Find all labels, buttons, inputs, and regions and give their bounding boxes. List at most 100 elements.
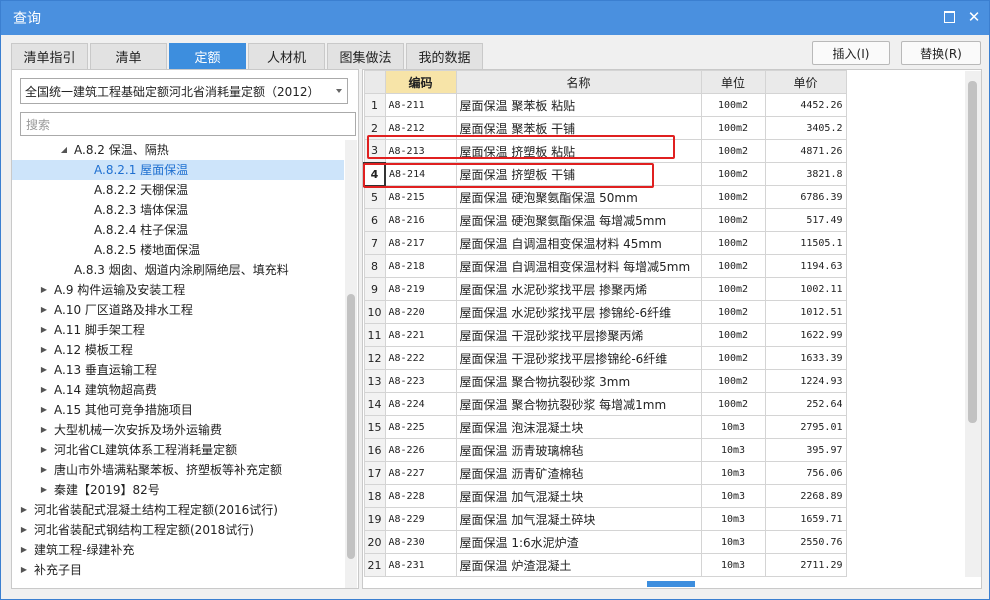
quota-price-cell[interactable]: 1012.51 <box>764 300 847 324</box>
table-row[interactable]: 1 A8-211 屋面保温 聚苯板 粘贴 100m2 4452.26 <box>363 93 847 117</box>
column-header-code[interactable]: 编码 <box>384 70 457 94</box>
table-row[interactable]: 17 A8-227 屋面保温 沥青矿渣棉毡 10m3 756.06 <box>363 461 847 485</box>
quota-price-cell[interactable]: 4871.26 <box>764 139 847 163</box>
quota-code-cell[interactable]: A8-218 <box>384 254 457 278</box>
quota-unit-cell[interactable]: 10m3 <box>700 484 766 508</box>
row-number-cell[interactable]: 20 <box>363 530 386 554</box>
quota-name-cell[interactable]: 屋面保温 自调温相变保温材料 每增减5mm <box>455 254 702 278</box>
table-row[interactable]: 16 A8-226 屋面保温 沥青玻璃棉毡 10m3 395.97 <box>363 438 847 462</box>
row-number-cell[interactable]: 5 <box>363 185 386 209</box>
quota-name-cell[interactable]: 屋面保温 聚合物抗裂砂浆 每增减1mm <box>455 392 702 416</box>
caret-right-icon[interactable]: ▶ <box>40 320 48 340</box>
quota-code-cell[interactable]: A8-211 <box>384 93 457 117</box>
quota-code-cell[interactable]: A8-221 <box>384 323 457 347</box>
row-number-cell[interactable]: 18 <box>363 484 386 508</box>
quota-code-cell[interactable]: A8-224 <box>384 392 457 416</box>
table-row[interactable]: 8 A8-218 屋面保温 自调温相变保温材料 每增减5mm 100m2 1194.63 <box>363 254 847 278</box>
tree-scrollbar[interactable] <box>345 140 357 588</box>
close-icon[interactable]: ✕ <box>967 10 981 25</box>
quota-code-cell[interactable]: A8-216 <box>384 208 457 232</box>
tree-node[interactable]: ▶ A.15 其他可竞争措施项目 <box>12 400 344 420</box>
row-number-cell[interactable]: 11 <box>363 323 386 347</box>
quota-unit-cell[interactable]: 10m3 <box>700 415 766 439</box>
chevron-down-icon[interactable] <box>336 89 342 93</box>
quota-name-cell[interactable]: 屋面保温 硬泡聚氨酯保温 每增减5mm <box>455 208 702 232</box>
quota-unit-cell[interactable]: 100m2 <box>700 208 766 232</box>
quota-name-cell[interactable]: 屋面保温 水泥砂浆找平层 掺聚丙烯 <box>455 277 702 301</box>
quota-code-cell[interactable]: A8-215 <box>384 185 457 209</box>
quota-name-cell[interactable]: 屋面保温 加气混凝土碎块 <box>455 507 702 531</box>
row-number-cell[interactable]: 21 <box>363 553 386 577</box>
search-input[interactable]: 搜索 <box>20 112 356 136</box>
column-header-price[interactable]: 单价 <box>764 70 847 94</box>
tree-node[interactable]: A.8.2.5 楼地面保温 <box>12 240 344 260</box>
tree-node[interactable]: ▶ A.12 模板工程 <box>12 340 344 360</box>
quota-code-cell[interactable]: A8-228 <box>384 484 457 508</box>
quota-price-cell[interactable]: 2268.89 <box>764 484 847 508</box>
tree-node[interactable]: ▶ A.13 垂直运输工程 <box>12 360 344 380</box>
row-number-cell[interactable]: 10 <box>363 300 386 324</box>
quota-unit-cell[interactable]: 10m3 <box>700 530 766 554</box>
quota-unit-cell[interactable]: 100m2 <box>700 300 766 324</box>
quota-library-select[interactable]: 全国统一建筑工程基础定额河北省消耗量定额（2012） <box>20 78 348 104</box>
row-number-cell[interactable]: 1 <box>363 93 386 117</box>
table-row[interactable]: 14 A8-224 屋面保温 聚合物抗裂砂浆 每增减1mm 100m2 252.64 <box>363 392 847 416</box>
table-scroll-thumb[interactable] <box>968 81 977 423</box>
row-number-cell[interactable]: 6 <box>363 208 386 232</box>
tab-my-data[interactable]: 我的数据 <box>406 43 483 69</box>
tree-node[interactable]: A.8.2.1 屋面保温 <box>12 160 344 180</box>
quota-unit-cell[interactable]: 100m2 <box>700 231 766 255</box>
caret-right-icon[interactable]: ▶ <box>40 480 48 500</box>
table-row[interactable]: 13 A8-223 屋面保温 聚合物抗裂砂浆 3mm 100m2 1224.93 <box>363 369 847 393</box>
row-number-cell[interactable]: 14 <box>363 392 386 416</box>
quota-code-cell[interactable]: A8-219 <box>384 277 457 301</box>
quota-unit-cell[interactable]: 100m2 <box>700 323 766 347</box>
row-number-cell[interactable]: 15 <box>363 415 386 439</box>
quota-name-cell[interactable]: 屋面保温 加气混凝土块 <box>455 484 702 508</box>
tree-node[interactable]: ▶ 河北省CL建筑体系工程消耗量定额 <box>12 440 344 460</box>
row-number-cell[interactable]: 7 <box>363 231 386 255</box>
tree-node[interactable]: A.8.2.4 柱子保温 <box>12 220 344 240</box>
caret-right-icon[interactable]: ▶ <box>20 540 28 560</box>
insert-button[interactable]: 插入(I) <box>812 41 890 65</box>
row-number-cell[interactable]: 16 <box>363 438 386 462</box>
table-row[interactable]: 10 A8-220 屋面保温 水泥砂浆找平层 掺锦纶-6纤维 100m2 1012.51 <box>363 300 847 324</box>
quota-unit-cell[interactable]: 100m2 <box>700 277 766 301</box>
quota-price-cell[interactable]: 6786.39 <box>764 185 847 209</box>
tree-node[interactable]: ▶ A.10 厂区道路及排水工程 <box>12 300 344 320</box>
quota-unit-cell[interactable]: 100m2 <box>700 93 766 117</box>
quota-name-cell[interactable]: 屋面保温 硬泡聚氨酯保温 50mm <box>455 185 702 209</box>
quota-price-cell[interactable]: 11505.1 <box>764 231 847 255</box>
column-header-unit[interactable]: 单位 <box>700 70 766 94</box>
tree-node[interactable]: A.8.2.2 天棚保温 <box>12 180 344 200</box>
tree-node[interactable]: ▶ 建筑工程-绿建补充 <box>12 540 344 560</box>
quota-unit-cell[interactable]: 100m2 <box>700 185 766 209</box>
quota-name-cell[interactable]: 屋面保温 聚苯板 粘贴 <box>455 93 702 117</box>
tab-quota[interactable]: 定额 <box>169 43 246 69</box>
quota-price-cell[interactable]: 2550.76 <box>764 530 847 554</box>
caret-right-icon[interactable]: ▶ <box>40 340 48 360</box>
table-row[interactable]: 7 A8-217 屋面保温 自调温相变保温材料 45mm 100m2 11505.1 <box>363 231 847 255</box>
tree-node[interactable]: ▶ 唐山市外墙满粘聚苯板、挤塑板等补充定额 <box>12 460 344 480</box>
caret-right-icon[interactable]: ▶ <box>40 300 48 320</box>
splitter-handle[interactable] <box>647 581 695 587</box>
quota-price-cell[interactable]: 1659.71 <box>764 507 847 531</box>
table-row[interactable]: 21 A8-231 屋面保温 炉渣混凝土 10m3 2711.29 <box>363 553 847 577</box>
quota-name-cell[interactable]: 屋面保温 炉渣混凝土 <box>455 553 702 577</box>
tab-labor-material-machine[interactable]: 人材机 <box>248 43 325 69</box>
row-number-cell[interactable]: 8 <box>363 254 386 278</box>
quota-code-cell[interactable]: A8-220 <box>384 300 457 324</box>
tree-scroll-thumb[interactable] <box>347 294 355 559</box>
quota-price-cell[interactable]: 252.64 <box>764 392 847 416</box>
table-row[interactable]: 9 A8-219 屋面保温 水泥砂浆找平层 掺聚丙烯 100m2 1002.11 <box>363 277 847 301</box>
tab-list-guide[interactable]: 清单指引 <box>11 43 88 69</box>
quota-unit-cell[interactable]: 100m2 <box>700 254 766 278</box>
tab-list[interactable]: 清单 <box>90 43 167 69</box>
tree-node[interactable]: ▶ A.9 构件运输及安装工程 <box>12 280 344 300</box>
caret-down-icon[interactable]: ◢ <box>60 140 68 160</box>
table-row[interactable]: 12 A8-222 屋面保温 干混砂浆找平层掺锦纶-6纤维 100m2 1633.39 <box>363 346 847 370</box>
quota-unit-cell[interactable]: 100m2 <box>700 162 766 186</box>
tree-node[interactable]: ▶ A.11 脚手架工程 <box>12 320 344 340</box>
quota-name-cell[interactable]: 屋面保温 1:6水泥炉渣 <box>455 530 702 554</box>
tree-node[interactable]: ▶ 大型机械一次安拆及场外运输费 <box>12 420 344 440</box>
